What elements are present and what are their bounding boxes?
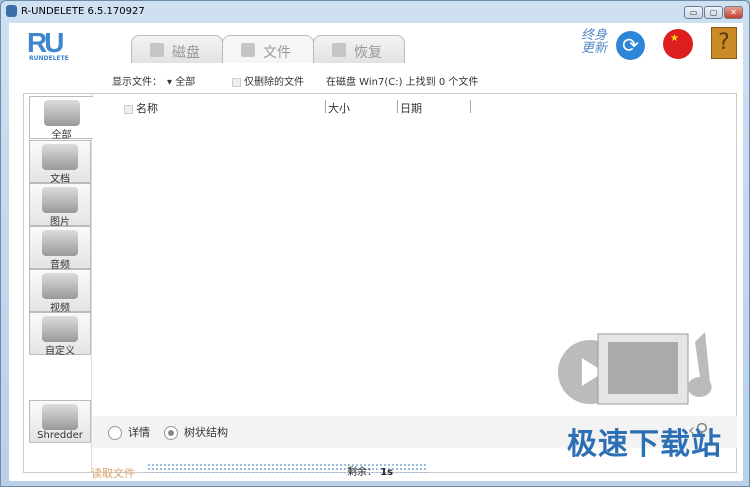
show-files-dropdown[interactable]: ▾ 全部 xyxy=(167,73,195,88)
category-documents[interactable]: 文档 xyxy=(29,140,91,185)
remaining-label: 剩余： 1s xyxy=(347,467,394,478)
video-icon xyxy=(42,273,78,299)
status-bar: 读取文件 剩余： 1s xyxy=(9,461,743,481)
column-date[interactable]: 日期 xyxy=(400,100,422,116)
media-preview-icon xyxy=(558,332,712,405)
column-size[interactable]: 大小 xyxy=(328,100,350,116)
shredder-icon xyxy=(42,404,78,430)
show-files-label: 显示文件： xyxy=(112,77,162,88)
category-all[interactable]: 全部 xyxy=(29,96,93,141)
client-area: RU RUNDELETE 磁盘 文件 恢复 终身 更新 ⟳ ★ ? 显示文件： ▾ … xyxy=(9,23,743,481)
app-window: R-UNDELETE 6.5.170927 ▭ ▢ ✕ RU RUNDELETE … xyxy=(0,0,750,487)
column-separator[interactable] xyxy=(325,100,326,113)
column-separator[interactable] xyxy=(397,100,398,113)
recover-icon xyxy=(332,43,346,57)
app-icon xyxy=(6,5,17,17)
found-status: 在磁盘 Win7(C:) 上找到 0 个文件 xyxy=(326,77,479,88)
audio-icon xyxy=(42,230,78,256)
category-sidebar: 全部 文档 图片 音频 视频 自定义 Shredder xyxy=(24,94,93,472)
close-button[interactable]: ✕ xyxy=(724,6,743,19)
category-custom[interactable]: 自定义 xyxy=(29,312,91,357)
minimize-button[interactable]: ▭ xyxy=(684,6,703,19)
language-flag-icon[interactable]: ★ xyxy=(663,29,693,59)
document-icon xyxy=(42,144,78,170)
tree-view-radio[interactable]: 树状结构 xyxy=(164,424,228,440)
files-icon xyxy=(241,43,255,57)
watermark: 极速下载站 xyxy=(567,427,722,462)
logo: RU RUNDELETE xyxy=(27,27,69,62)
filter-bar: 显示文件： ▾ 全部 仅删除的文件 在磁盘 Win7(C:) 上找到 0 个文件 xyxy=(9,73,743,88)
reading-status: 读取文件 xyxy=(91,467,135,480)
tab-files[interactable]: 文件 xyxy=(222,35,314,63)
all-icon xyxy=(43,100,80,126)
detail-view-radio[interactable]: 详情 xyxy=(108,424,150,440)
tab-recover[interactable]: 恢复 xyxy=(313,35,405,63)
column-name[interactable]: 名称 xyxy=(124,100,158,116)
tab-disk[interactable]: 磁盘 xyxy=(131,35,223,63)
help-button[interactable]: ? xyxy=(711,27,737,59)
disk-icon xyxy=(150,43,164,57)
category-video[interactable]: 视频 xyxy=(29,269,91,314)
refresh-icon[interactable]: ⟳ xyxy=(616,31,645,60)
custom-icon xyxy=(42,316,78,342)
category-audio[interactable]: 音频 xyxy=(29,226,91,271)
lifetime-update-label[interactable]: 终身 更新 xyxy=(581,29,607,55)
category-images[interactable]: 图片 xyxy=(29,183,91,228)
file-panel: 全部 文档 图片 音频 视频 自定义 Shredder 名称 大小 日期 详情 xyxy=(23,93,737,473)
image-icon xyxy=(42,187,78,213)
column-separator[interactable] xyxy=(470,100,471,113)
shredder-button[interactable]: Shredder xyxy=(29,400,91,443)
maximize-button[interactable]: ▢ xyxy=(704,6,723,19)
deleted-only-checkbox[interactable]: 仅删除的文件 xyxy=(232,73,304,88)
window-title: R-UNDELETE 6.5.170927 xyxy=(21,6,145,17)
